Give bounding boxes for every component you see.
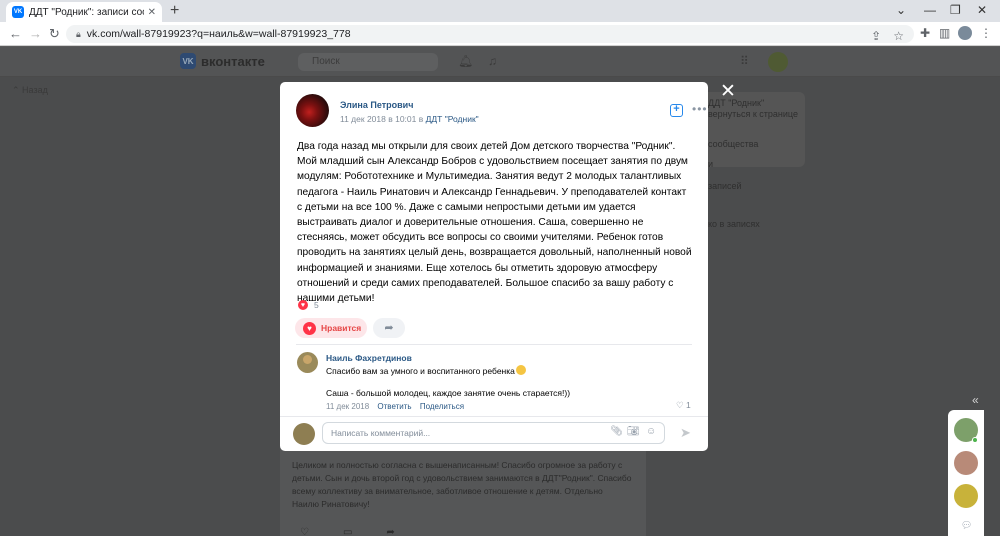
heart-icon: ♥ bbox=[298, 300, 308, 310]
comment-likes-count: 1 bbox=[686, 400, 691, 410]
tab-title: ДДТ "Родник": записи сообщест bbox=[29, 6, 144, 18]
background-post: Целиком и полностью согласна с вышенапис… bbox=[280, 449, 646, 536]
chat-sidebar: 💬︎ bbox=[948, 410, 984, 536]
browser-profile-avatar[interactable] bbox=[958, 26, 972, 40]
likes-count: 5 bbox=[314, 300, 319, 310]
share-arrow-icon: ➦ bbox=[384, 322, 394, 334]
window-close-icon[interactable]: ✕ bbox=[977, 3, 987, 17]
url-field[interactable]: 🔒︎ vk.com/wall-87919923?q=наиль&w=wall-8… bbox=[66, 25, 914, 43]
new-tab-icon[interactable]: + bbox=[170, 2, 179, 20]
side-text-2[interactable]: и bbox=[708, 159, 713, 169]
comment-meta: 11 дек 2018 Ответить Поделиться bbox=[326, 402, 464, 411]
post-modal: Элина Петрович 11 дек 2018 в 10:01 в ДДТ… bbox=[280, 82, 708, 451]
collapse-chats-icon[interactable]: « bbox=[972, 393, 979, 407]
bg-comment-icon[interactable]: ▭ bbox=[343, 527, 352, 536]
browser-menu-icon[interactable]: ⋮ bbox=[980, 26, 992, 40]
tab-close-icon[interactable]: ✕ bbox=[148, 7, 156, 18]
comment-heart-icon: ♡ bbox=[676, 400, 684, 410]
side-text-community[interactable]: сообщества bbox=[708, 139, 758, 149]
vk-header: VK вконтакте Поиск 🔔︎ ♫ ⠿ bbox=[0, 47, 1000, 77]
back-icon[interactable]: ← bbox=[9, 26, 22, 41]
comment-share-link[interactable]: Поделиться bbox=[420, 402, 464, 411]
more-options-icon[interactable]: ••• bbox=[692, 103, 708, 115]
post-date[interactable]: 11 дек 2018 в 10:01 в bbox=[340, 114, 423, 124]
like-button[interactable]: ♥ Нравится bbox=[295, 318, 367, 338]
vk-logo[interactable]: VK вконтакте bbox=[180, 53, 265, 69]
post-text: Два года назад мы открыли для своих дете… bbox=[297, 141, 692, 305]
reload-icon[interactable]: ↻ bbox=[49, 26, 60, 42]
side-panel-icon[interactable]: ▥ bbox=[939, 26, 950, 40]
comment-like-button[interactable]: ♡ 1 bbox=[676, 400, 691, 411]
likes-summary[interactable]: ♥ 5 bbox=[298, 300, 319, 310]
share-button[interactable]: ➦ bbox=[373, 318, 405, 338]
like-button-label: Нравится bbox=[321, 323, 362, 333]
vk-logo-icon: VK bbox=[180, 53, 196, 69]
heart-filled-icon: ♥ bbox=[303, 321, 316, 335]
comment-reply-link[interactable]: Ответить bbox=[377, 402, 411, 411]
comment-text-line2: Саша - большой молодец, каждое занятие о… bbox=[326, 388, 571, 398]
emoji-picker-icon[interactable]: ☺ bbox=[646, 426, 656, 437]
browser-tabbar: VK ДДТ "Родник": записи сообщест ✕ + ⌄ —… bbox=[0, 0, 1000, 22]
comment-date[interactable]: 11 дек 2018 bbox=[326, 402, 369, 411]
post-author[interactable]: Элина Петрович bbox=[340, 100, 413, 110]
post-header: Элина Петрович 11 дек 2018 в 10:01 в ДДТ… bbox=[296, 94, 707, 130]
bookmark-star-icon[interactable]: ☆ bbox=[893, 29, 904, 43]
chat-bubble-icon[interactable]: 💬︎ bbox=[961, 520, 972, 531]
back-link[interactable]: ⌃ Назад bbox=[12, 85, 48, 96]
author-avatar[interactable] bbox=[296, 94, 329, 127]
music-icon[interactable]: ♫ bbox=[488, 54, 497, 68]
side-text-search-posts[interactable]: ко в записях bbox=[708, 219, 760, 229]
post-group-link[interactable]: ДДТ "Родник" bbox=[426, 114, 479, 124]
background-post-text: Целиком и полностью согласна с вышенапис… bbox=[292, 460, 632, 509]
chat-avatar-2[interactable] bbox=[954, 451, 978, 475]
send-icon[interactable]: ➤ bbox=[680, 425, 691, 441]
online-indicator bbox=[972, 437, 978, 443]
current-user-avatar bbox=[293, 423, 315, 445]
attach-paperclip-icon[interactable]: 📎︎ bbox=[610, 426, 623, 437]
user-avatar[interactable] bbox=[768, 52, 788, 72]
comment-text-line1: Спасибо вам за умного и воспитанного реб… bbox=[326, 365, 526, 376]
extensions-icon[interactable]: ✚ bbox=[920, 26, 930, 40]
comment-author-avatar[interactable] bbox=[297, 352, 318, 373]
browser-tab[interactable]: VK ДДТ "Родник": записи сообщест ✕ bbox=[6, 2, 162, 22]
modal-close-icon[interactable]: ✕ bbox=[720, 82, 736, 101]
minimize-icon[interactable]: — bbox=[924, 3, 936, 17]
url-text: vk.com/wall-87919923?q=наиль&w=wall-8791… bbox=[86, 28, 351, 40]
comment-author[interactable]: Наиль Фахретдинов bbox=[326, 353, 412, 363]
address-bar: ← → ↻ 🔒︎ vk.com/wall-87919923?q=наиль&w=… bbox=[0, 22, 1000, 46]
bell-icon[interactable]: 🔔︎ bbox=[458, 54, 473, 68]
bg-like-icon[interactable]: ♡ bbox=[300, 527, 309, 536]
vk-search-input[interactable]: Поиск bbox=[298, 53, 438, 71]
vk-favicon-icon: VK bbox=[12, 6, 24, 18]
side-text-group[interactable]: ДДТ "Родник" bbox=[708, 98, 764, 108]
lock-icon: 🔒︎ bbox=[76, 28, 81, 39]
add-bookmark-icon[interactable]: + bbox=[670, 104, 683, 117]
divider bbox=[280, 416, 708, 417]
smile-emoji-icon bbox=[515, 365, 526, 375]
divider bbox=[296, 344, 692, 345]
side-text-posts[interactable]: записей bbox=[708, 181, 742, 191]
vk-logo-text: вконтакте bbox=[201, 53, 265, 69]
post-meta: 11 дек 2018 в 10:01 в ДДТ "Родник" bbox=[340, 114, 479, 124]
forward-icon[interactable]: → bbox=[29, 26, 42, 41]
back-link-label: Назад bbox=[22, 85, 48, 95]
comment-line1-text: Спасибо вам за умного и воспитанного реб… bbox=[326, 366, 515, 376]
camera-icon[interactable]: 📷︎ bbox=[627, 426, 640, 437]
bg-share-icon[interactable]: ➦ bbox=[386, 527, 394, 536]
side-text-back[interactable]: вернуться к странице bbox=[708, 109, 798, 119]
share-page-icon[interactable]: ⇪ bbox=[871, 29, 881, 43]
apps-grid-icon[interactable]: ⠿ bbox=[740, 54, 749, 68]
restore-icon[interactable]: ❐ bbox=[950, 3, 961, 17]
chevron-down-icon[interactable]: ⌄ bbox=[896, 3, 906, 17]
chat-avatar-3[interactable] bbox=[954, 484, 978, 508]
